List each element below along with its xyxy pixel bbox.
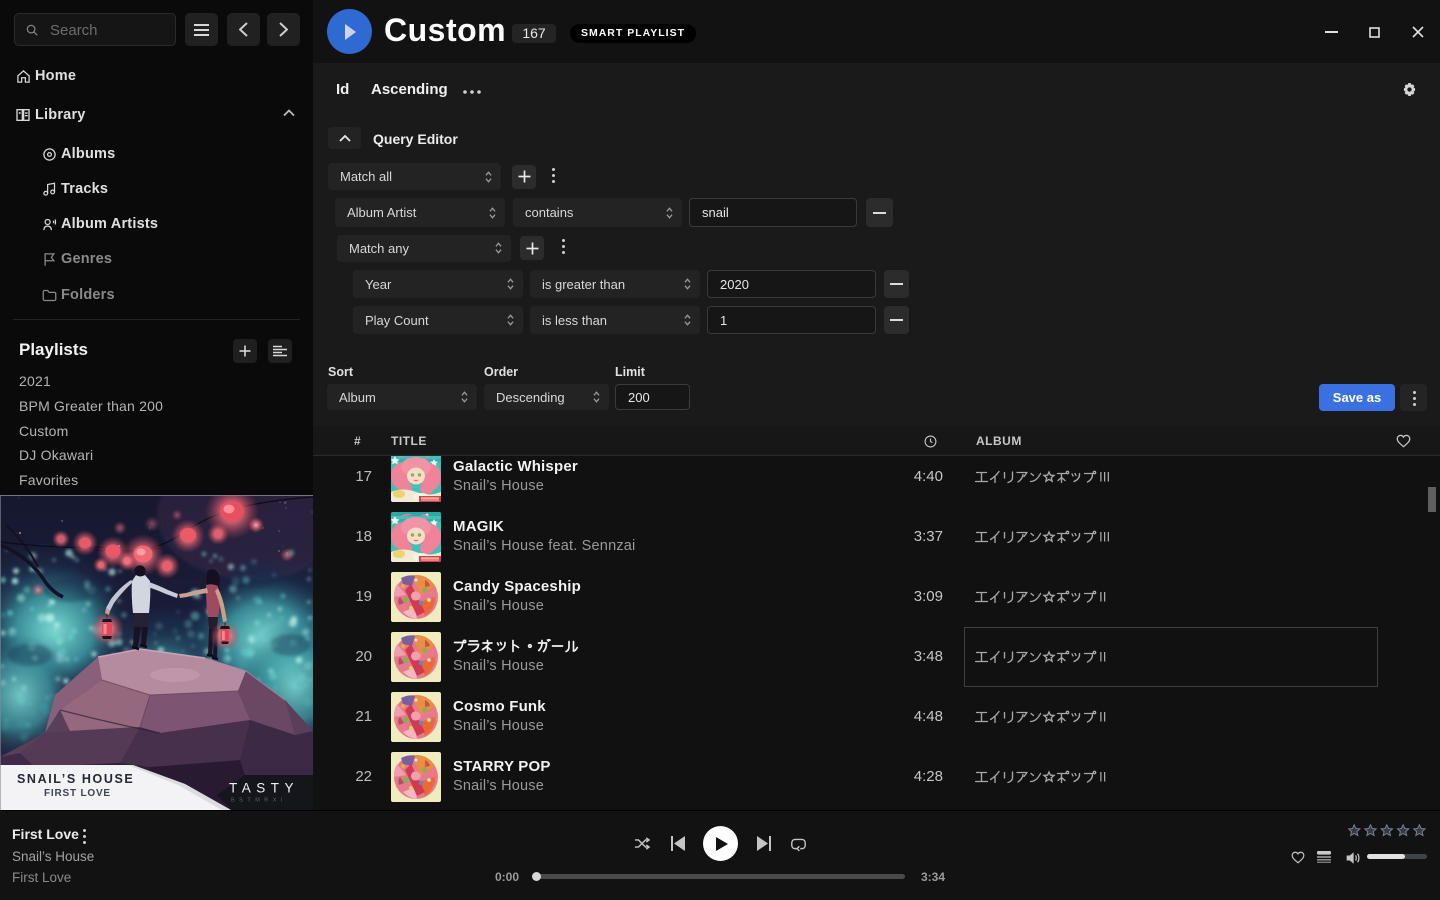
- svg-text:SNAIL’S HOUSE: SNAIL’S HOUSE: [17, 772, 134, 786]
- svg-text:TASTY: TASTY: [229, 781, 299, 796]
- svg-text:II: II: [1099, 770, 1107, 785]
- svg-text:III: III: [1099, 530, 1110, 545]
- svg-text:II: II: [1099, 710, 1107, 725]
- svg-text:III: III: [1099, 470, 1110, 485]
- svg-text:FIRST LOVE: FIRST LOVE: [44, 788, 111, 799]
- svg-text:BSTMRXI: BSTMRXI: [231, 798, 287, 804]
- svg-text:II: II: [1099, 590, 1107, 605]
